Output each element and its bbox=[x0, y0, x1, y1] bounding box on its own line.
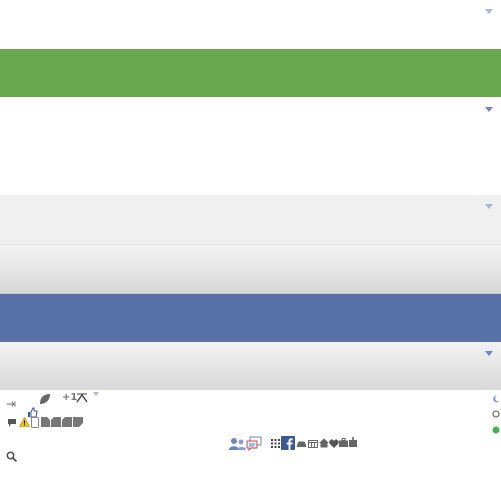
home-icon bbox=[319, 438, 329, 450]
gray-gradient-dropdown-band bbox=[0, 342, 501, 390]
green-band bbox=[0, 49, 501, 97]
dropdown-arrow-icon[interactable] bbox=[485, 204, 493, 209]
car-icon bbox=[296, 439, 307, 450]
white-dropdown-band-large bbox=[0, 97, 501, 195]
phone-icon bbox=[31, 417, 39, 430]
dropdown-arrow-icon[interactable] bbox=[93, 392, 99, 396]
offline-circle-icon bbox=[492, 409, 500, 420]
friends-icon[interactable] bbox=[229, 437, 246, 453]
warning-icon bbox=[18, 416, 31, 429]
chevron-up-icon[interactable] bbox=[76, 393, 88, 405]
facebook-icon[interactable] bbox=[281, 436, 295, 452]
flag-icon bbox=[73, 417, 83, 429]
comment-icon[interactable] bbox=[7, 418, 17, 430]
messages-icon[interactable] bbox=[246, 436, 262, 453]
moon-icon bbox=[492, 394, 500, 405]
sprite-icons-area: ⇥ +1 bbox=[0, 390, 501, 477]
white-dropdown-band bbox=[0, 0, 501, 49]
dropdown-arrow-icon[interactable] bbox=[485, 107, 493, 112]
login-arrow-icon[interactable]: ⇥ bbox=[6, 398, 16, 410]
facebook-blue-band bbox=[0, 294, 501, 342]
dropdown-arrow-icon[interactable] bbox=[485, 9, 493, 14]
dropdown-arrow-icon[interactable] bbox=[485, 351, 493, 356]
calendar-icon bbox=[308, 439, 318, 450]
gray-gradient-band bbox=[0, 245, 501, 294]
heart-icon bbox=[329, 439, 339, 450]
briefcase-icon bbox=[339, 438, 348, 449]
light-gray-dropdown-band bbox=[0, 195, 501, 245]
search-icon[interactable] bbox=[6, 451, 18, 464]
tag-icon bbox=[51, 417, 61, 429]
leaf-icon bbox=[39, 393, 51, 407]
grid-icon[interactable] bbox=[271, 439, 280, 450]
bookmark-icon bbox=[41, 417, 50, 429]
tag-icon bbox=[62, 417, 72, 429]
online-dot-icon bbox=[492, 425, 500, 436]
gift-icon bbox=[349, 437, 357, 449]
